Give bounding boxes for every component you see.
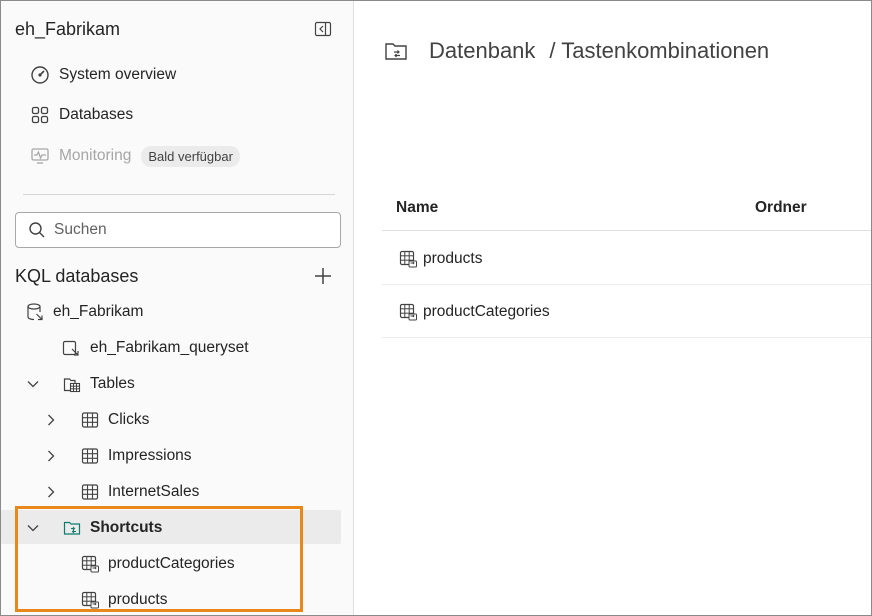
gauge-icon <box>29 64 51 86</box>
shortcut-table-icon <box>399 250 417 268</box>
plus-icon <box>315 268 331 284</box>
chevron-down-icon[interactable] <box>25 376 41 392</box>
tree-label: Shortcuts <box>90 519 163 536</box>
shortcut-folder-icon <box>63 521 81 535</box>
tree-label: eh_Fabrikam <box>53 303 144 320</box>
queryset-icon <box>62 340 79 356</box>
tree-item-shortcuts[interactable]: Shortcuts <box>1 510 341 544</box>
tree-label: Tables <box>90 375 135 392</box>
collapse-sidebar-button[interactable] <box>313 19 333 39</box>
main-content: Datenbank / Tastenkombinationen Name Ord… <box>355 1 871 615</box>
search-input[interactable] <box>54 221 314 239</box>
tree-item-database[interactable]: eh_Fabrikam <box>1 294 341 328</box>
shortcut-table-icon <box>399 303 417 321</box>
row-name[interactable]: products <box>423 250 482 268</box>
search-icon <box>29 222 45 238</box>
nav-label: System overview <box>59 66 177 83</box>
tree-item-shortcut-products[interactable]: products <box>1 582 341 616</box>
breadcrumb-database[interactable]: Datenbank <box>429 38 535 64</box>
tree-item-shortcut-productcategories[interactable]: productCategories <box>1 546 341 580</box>
nav-label: Databases <box>59 106 134 123</box>
tree-item-table-impressions[interactable]: Impressions <box>1 438 341 472</box>
nav-databases[interactable]: Databases <box>29 104 133 126</box>
chevron-right-icon[interactable] <box>43 412 59 428</box>
kql-databases-header: KQL databases <box>15 266 139 286</box>
divider <box>23 194 335 195</box>
shortcut-folder-icon <box>385 43 407 60</box>
nav-label: Monitoring <box>59 147 132 164</box>
tree-label: products <box>108 591 168 608</box>
row-name[interactable]: productCategories <box>423 303 550 321</box>
shortcut-table-icon <box>81 555 99 573</box>
tree-item-queryset[interactable]: eh_Fabrikam_queryset <box>1 330 341 364</box>
chevron-right-icon[interactable] <box>43 448 59 464</box>
sidebar: eh_Fabrikam System overview Databases Mo… <box>1 1 354 615</box>
nav-monitoring: Monitoring Bald verfügbar <box>29 145 240 167</box>
column-header-name[interactable]: Name <box>396 199 438 217</box>
breadcrumb: Datenbank / Tastenkombinationen <box>383 38 769 64</box>
shortcut-table-icon <box>81 591 99 609</box>
add-database-button[interactable] <box>312 265 334 287</box>
tree-label: Clicks <box>108 411 150 428</box>
tables-folder-icon <box>63 378 81 393</box>
workspace-title: eh_Fabrikam <box>15 19 121 39</box>
table-icon <box>81 448 99 464</box>
table-row[interactable]: products <box>382 232 871 285</box>
column-header-folder[interactable]: Ordner <box>755 199 807 217</box>
collapse-pane-icon <box>314 21 332 37</box>
tree-item-table-internetsales[interactable]: InternetSales <box>1 474 341 508</box>
breadcrumb-current: / Tastenkombinationen <box>549 38 770 63</box>
chevron-right-icon[interactable] <box>43 484 59 500</box>
tree-label: InternetSales <box>108 483 200 500</box>
monitor-icon <box>29 145 51 167</box>
table-icon <box>81 412 99 428</box>
search-box[interactable] <box>15 212 341 248</box>
table-row[interactable]: productCategories <box>382 285 871 338</box>
table-icon <box>81 484 99 500</box>
tree-item-tables[interactable]: Tables <box>1 366 341 400</box>
tree-item-table-clicks[interactable]: Clicks <box>1 402 341 436</box>
chevron-down-icon[interactable] <box>25 520 41 536</box>
table-header: Name Ordner <box>382 182 871 231</box>
tree-label: productCategories <box>108 555 235 572</box>
nav-system-overview[interactable]: System overview <box>29 64 176 86</box>
grid-icon <box>29 104 51 126</box>
tree-label: Impressions <box>108 447 192 464</box>
coming-soon-badge: Bald verfügbar <box>141 145 240 167</box>
kql-database-icon <box>27 303 43 321</box>
tree-label: eh_Fabrikam_queryset <box>90 339 249 356</box>
